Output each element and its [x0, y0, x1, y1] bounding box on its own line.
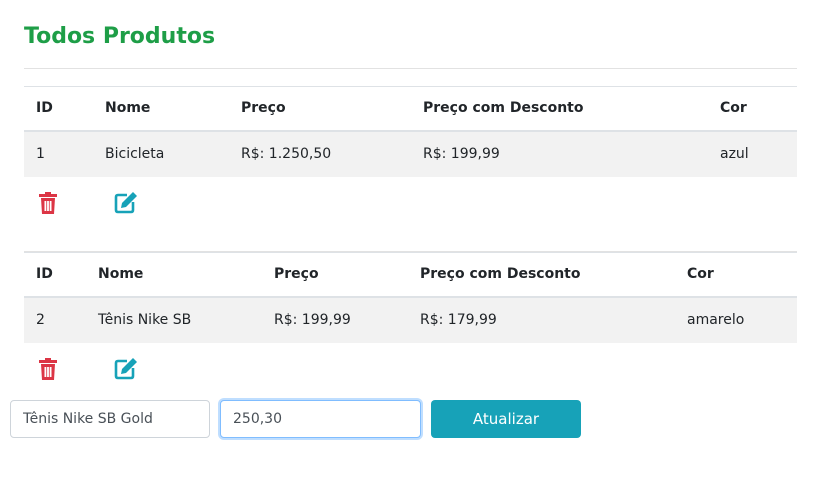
trash-icon[interactable] [38, 358, 58, 380]
header-discount-price: Preço com Desconto [408, 252, 675, 298]
header-id: ID [24, 86, 93, 132]
table-row: 1 Bicicleta R$: 1.250,50 R$: 199,99 azul [24, 130, 797, 177]
header-discount-price: Preço com Desconto [411, 86, 708, 132]
product-color: azul [708, 130, 797, 177]
table-header-row: ID Nome Preço Preço com Desconto Cor [24, 252, 797, 298]
header-price: Preço [262, 252, 408, 298]
header-name: Nome [93, 86, 229, 132]
product-name: Tênis Nike SB [86, 296, 262, 343]
product-name-input[interactable] [10, 400, 210, 438]
product-id: 2 [24, 296, 86, 343]
product-discount-price: R$: 199,99 [411, 130, 708, 177]
divider [24, 68, 797, 69]
page-title: Todos Produtos [24, 24, 216, 49]
header-color: Cor [708, 86, 797, 132]
product-name: Bicicleta [93, 130, 229, 177]
table-row: 2 Tênis Nike SB R$: 199,99 R$: 179,99 am… [24, 296, 797, 343]
product-discount-price: R$: 179,99 [408, 296, 675, 343]
edit-icon[interactable] [114, 357, 138, 380]
update-button[interactable]: Atualizar [431, 400, 581, 438]
product-table: ID Nome Preço Preço com Desconto Cor 2 T… [24, 252, 797, 343]
header-id: ID [24, 252, 86, 298]
product-color: amarelo [675, 296, 797, 343]
product-price: R$: 199,99 [262, 296, 408, 343]
product-price: R$: 1.250,50 [229, 130, 411, 177]
table-header-row: ID Nome Preço Preço com Desconto Cor [24, 86, 797, 132]
header-name: Nome [86, 252, 262, 298]
edit-icon[interactable] [114, 191, 138, 214]
product-id: 1 [24, 130, 93, 177]
product-table: ID Nome Preço Preço com Desconto Cor 1 B… [24, 86, 797, 177]
header-color: Cor [675, 252, 797, 298]
product-price-input[interactable] [220, 400, 421, 438]
header-price: Preço [229, 86, 411, 132]
trash-icon[interactable] [38, 192, 58, 214]
